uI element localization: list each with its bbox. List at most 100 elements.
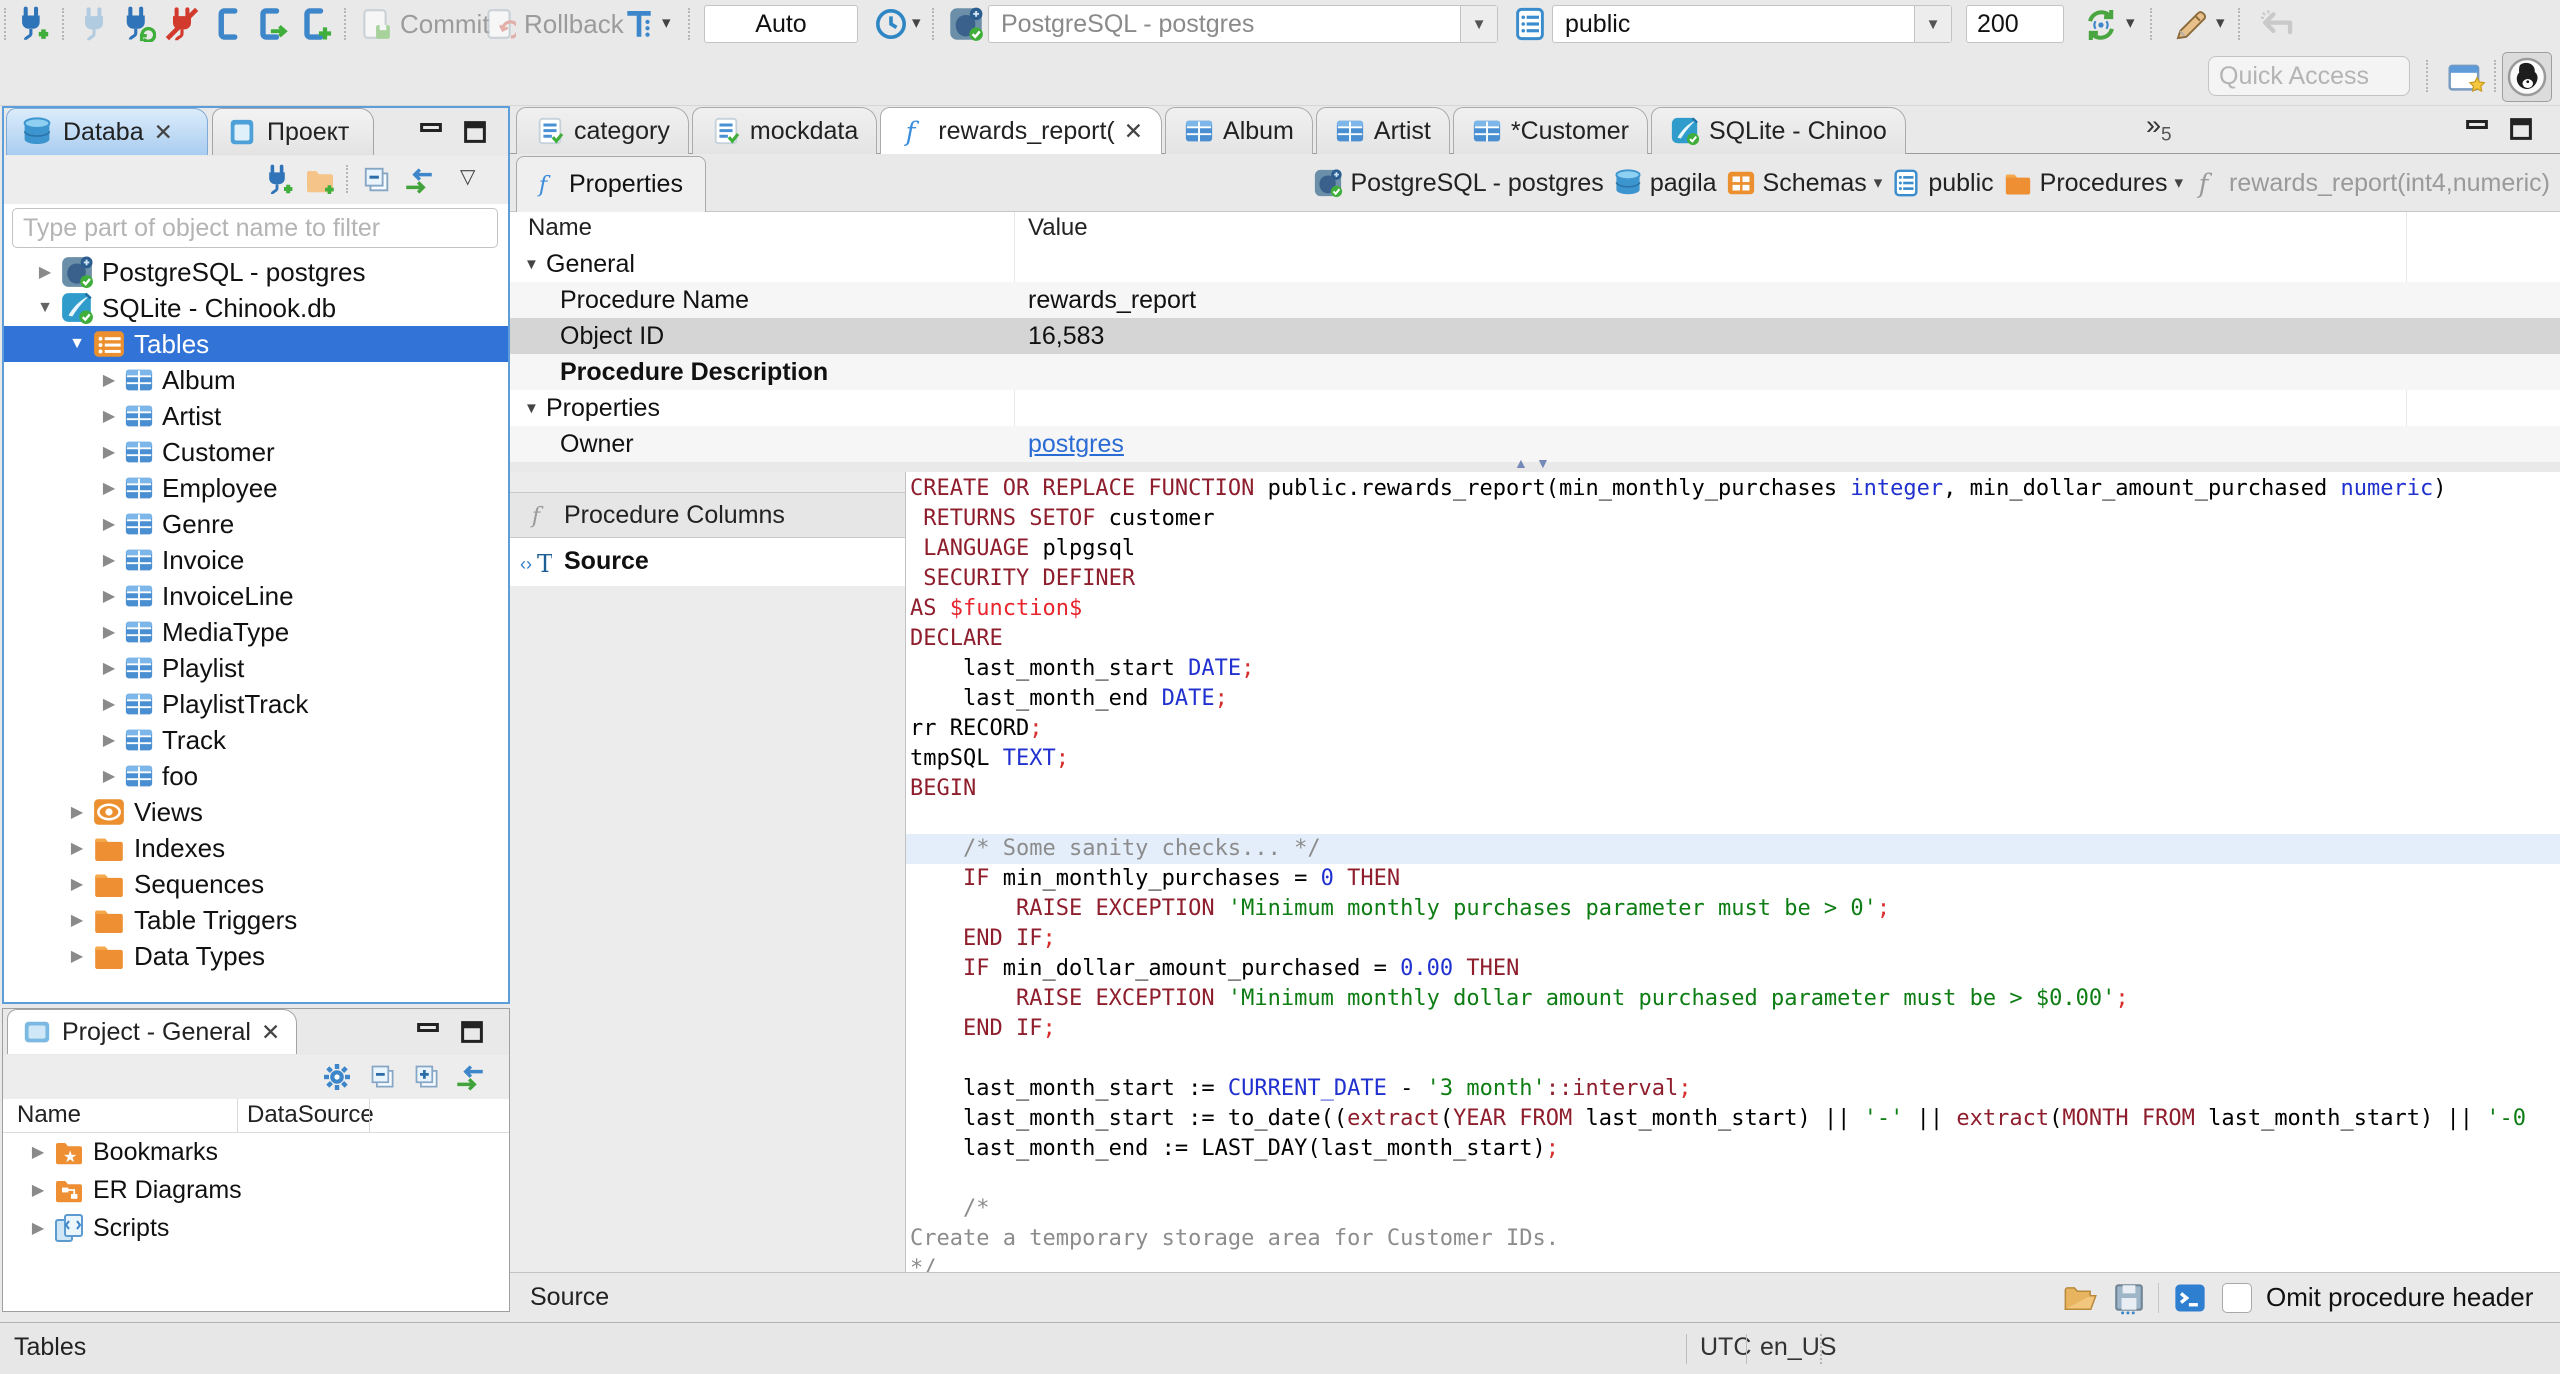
expand-arrow-icon[interactable]: ▶ — [62, 802, 92, 822]
breadcrumb-schemas[interactable]: Schemas ▾ — [1726, 168, 1882, 198]
collapse-arrow-icon[interactable]: ▼ — [524, 400, 539, 417]
editor-tab-sqlite-chinoo[interactable]: SQLite - Chinoo — [1650, 107, 1906, 154]
column-divider[interactable] — [237, 1099, 238, 1133]
close-icon[interactable]: ✕ — [261, 1020, 280, 1044]
minimize-icon[interactable] — [2462, 114, 2492, 144]
maximize-icon[interactable] — [457, 1017, 487, 1047]
project-item-bookmarks[interactable]: ▶ ★ Bookmarks — [3, 1133, 509, 1171]
rollback-button[interactable]: Rollback — [524, 9, 624, 40]
editor-tab-album[interactable]: Album — [1165, 107, 1313, 154]
transaction-mode-dropdown[interactable]: ▾ — [662, 13, 671, 33]
open-perspective-icon[interactable] — [2446, 56, 2488, 98]
sash-collapse-down-icon[interactable]: ▼ — [1536, 455, 1550, 471]
auto-sync-icon[interactable] — [2082, 6, 2120, 44]
expand-arrow-icon[interactable]: ▶ — [94, 550, 124, 570]
sash-collapse-up-icon[interactable]: ▲ — [1514, 455, 1528, 471]
maximize-icon[interactable] — [2506, 114, 2536, 144]
tab-project-explorer[interactable]: Проект — [212, 108, 374, 155]
toolbar-grip[interactable] — [688, 8, 690, 40]
breadcrumb-rewards-report-int4-numeric[interactable]: f rewards_report(int4,numeric) — [2192, 168, 2550, 199]
minimize-icon[interactable] — [413, 1017, 443, 1047]
reconnect-icon[interactable] — [120, 6, 156, 42]
new-connection-icon[interactable] — [262, 164, 294, 196]
editor-tab-mockdata[interactable]: mockdata — [691, 107, 878, 154]
load-from-file-icon[interactable] — [2062, 1280, 2098, 1316]
source-code-editor[interactable]: CREATE OR REPLACE FUNCTION public.reward… — [906, 472, 2560, 1274]
subtab-procedure-columns[interactable]: f Procedure Columns — [510, 492, 905, 538]
status-locale[interactable]: en_US — [1760, 1333, 1836, 1362]
tree-item-mediatype[interactable]: ▶ MediaType — [4, 614, 508, 650]
dbeaver-perspective-button[interactable] — [2502, 52, 2552, 102]
tree-item-views[interactable]: ▶ Views — [4, 794, 508, 830]
column-header-name[interactable]: Name — [17, 1101, 81, 1129]
tab-project-general[interactable]: Project - General ✕ — [7, 1009, 297, 1054]
tree-item-album[interactable]: ▶ Album — [4, 362, 508, 398]
editor-tab-artist[interactable]: Artist — [1315, 107, 1450, 154]
tree-item-invoice[interactable]: ▶ Invoice — [4, 542, 508, 578]
expand-arrow-icon[interactable]: ▶ — [62, 838, 92, 858]
expand-arrow-icon[interactable]: ▶ — [94, 766, 124, 786]
transaction-mode-icon[interactable] — [622, 7, 656, 41]
commit-mode-combo[interactable]: Auto — [704, 5, 858, 43]
expand-all-icon[interactable] — [413, 1063, 441, 1091]
mock-data-dropdown[interactable]: ▾ — [2216, 13, 2225, 33]
toolbar-grip[interactable] — [4, 8, 6, 40]
rollback-icon[interactable] — [482, 7, 516, 41]
link-with-editor-icon[interactable] — [453, 1061, 487, 1095]
property-row-procedure-description[interactable]: Procedure Description — [510, 354, 2560, 390]
connection-combo-arrow[interactable]: ▼ — [1460, 6, 1497, 42]
schema-combo-arrow[interactable]: ▼ — [1914, 6, 1951, 42]
project-item-scripts[interactable]: ▶ Scripts — [3, 1209, 509, 1247]
expand-arrow-icon[interactable]: ▶ — [94, 514, 124, 534]
tree-item-postgresql-postgres[interactable]: ▶ PostgreSQL - postgres — [4, 254, 508, 290]
toolbar-grip[interactable] — [344, 8, 346, 40]
toolbar-grip[interactable] — [2150, 8, 2152, 40]
breadcrumb-pagila[interactable]: pagila — [1613, 168, 1717, 198]
open-in-sql-console-icon[interactable] — [2172, 1280, 2208, 1316]
omit-procedure-header-label[interactable]: Omit procedure header — [2266, 1282, 2533, 1313]
omit-procedure-header-checkbox[interactable] — [2222, 1283, 2252, 1313]
object-filter-input[interactable] — [12, 208, 498, 248]
expand-arrow-icon[interactable]: ▶ — [94, 478, 124, 498]
breadcrumb-public[interactable]: public — [1891, 168, 1994, 198]
tab-properties[interactable]: f Properties — [516, 156, 706, 212]
collapse-arrow-icon[interactable]: ▼ — [62, 335, 92, 353]
fetch-size-input[interactable] — [1966, 5, 2064, 43]
column-header-name[interactable]: Name — [528, 214, 592, 242]
tree-item-invoiceline[interactable]: ▶ InvoiceLine — [4, 578, 508, 614]
commit-button[interactable]: Commit — [400, 9, 490, 40]
settings-gear-icon[interactable] — [321, 1061, 353, 1093]
expand-arrow-icon[interactable]: ▶ — [62, 874, 92, 894]
property-value-link[interactable]: postgres — [1028, 430, 1124, 459]
expand-arrow-icon[interactable]: ▶ — [62, 910, 92, 930]
collapse-arrow-icon[interactable]: ▼ — [30, 299, 60, 317]
expand-arrow-icon[interactable]: ▶ — [94, 442, 124, 462]
save-to-file-icon[interactable] — [2112, 1281, 2146, 1315]
property-row-procedure-name[interactable]: Procedure Name rewards_report — [510, 282, 2560, 318]
toolbar-grip[interactable] — [932, 8, 934, 40]
column-divider[interactable] — [369, 1099, 370, 1133]
expand-arrow-icon[interactable]: ▶ — [94, 622, 124, 642]
expand-arrow-icon[interactable]: ▶ — [94, 694, 124, 714]
breadcrumb-procedures[interactable]: Procedures ▾ — [2003, 168, 2183, 198]
tree-item-foo[interactable]: ▶ foo — [4, 758, 508, 794]
new-connection-icon[interactable] — [14, 6, 50, 42]
tree-item-data-types[interactable]: ▶ Data Types — [4, 938, 508, 974]
tree-item-sequences[interactable]: ▶ Sequences — [4, 866, 508, 902]
connection-combo[interactable]: PostgreSQL - postgres ▼ — [988, 5, 1498, 43]
new-folder-icon[interactable] — [304, 164, 336, 196]
property-row-object-id[interactable]: Object ID 16,583 — [510, 318, 2560, 354]
generate-mock-data-icon[interactable] — [2172, 6, 2210, 44]
back-history-icon[interactable] — [2258, 6, 2296, 44]
expand-arrow-icon[interactable]: ▶ — [94, 406, 124, 426]
splitter-sash[interactable]: ▲ ▼ — [510, 455, 2560, 472]
expand-arrow-icon[interactable]: ▶ — [94, 586, 124, 606]
expand-arrow-icon[interactable]: ▶ — [94, 658, 124, 678]
editor-tab-category[interactable]: category — [516, 107, 689, 154]
expand-arrow-icon[interactable]: ▶ — [62, 946, 92, 966]
tree-item-artist[interactable]: ▶ Artist — [4, 398, 508, 434]
tree-item-indexes[interactable]: ▶ Indexes — [4, 830, 508, 866]
connect-icon[interactable] — [76, 6, 112, 42]
expand-arrow-icon[interactable]: ▶ — [30, 262, 60, 282]
expand-arrow-icon[interactable]: ▶ — [23, 1142, 53, 1162]
